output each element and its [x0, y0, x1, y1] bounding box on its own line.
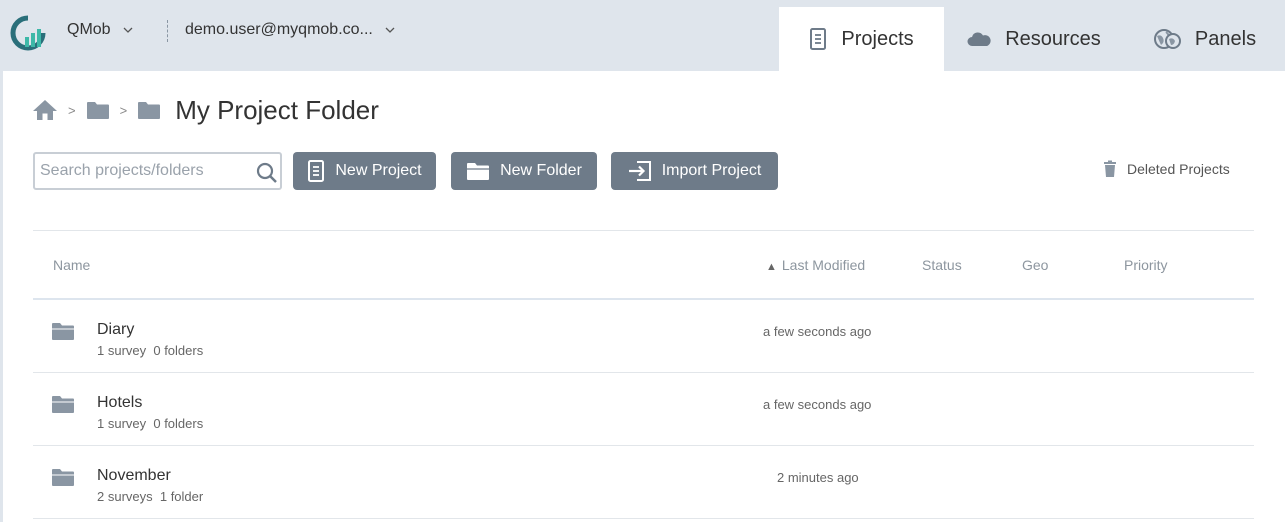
deleted-projects-label: Deleted Projects	[1127, 161, 1230, 177]
org-selector[interactable]: QMob	[67, 21, 133, 39]
row-name[interactable]: Hotels	[97, 394, 142, 412]
breadcrumb-separator: >	[119, 102, 128, 118]
trash-icon	[1104, 160, 1116, 177]
tab-label: Panels	[1194, 27, 1257, 50]
folder-icon	[52, 323, 74, 340]
column-header-last-modified[interactable]: ▲ Last Modified	[766, 257, 865, 273]
folder-icon[interactable]	[86, 101, 110, 120]
chevron-down-icon	[123, 27, 133, 33]
document-icon	[308, 160, 325, 182]
search-input[interactable]	[35, 154, 245, 188]
deleted-projects-link[interactable]: Deleted Projects	[1103, 160, 1230, 178]
folder-icon	[52, 396, 74, 413]
tab-label: Resources	[1005, 27, 1101, 50]
row-meta: 1 survey 0 folders	[97, 416, 204, 431]
row-last-modified: 2 minutes ago	[777, 470, 859, 485]
table-row[interactable]: Diary 1 survey 0 folders a few seconds a…	[33, 300, 1254, 373]
table-header: Name ▲ Last Modified Status Geo Priority	[33, 230, 1254, 300]
main-panel: > > My Project Folder New Project New F	[3, 71, 1285, 522]
import-icon	[628, 161, 651, 181]
top-bar: QMob demo.user@myqmob.co... Projects Res…	[0, 0, 1285, 71]
column-header-name[interactable]: Name	[53, 257, 90, 273]
button-label: Import Project	[661, 162, 762, 179]
import-project-button[interactable]: Import Project	[611, 152, 778, 190]
new-project-button[interactable]: New Project	[293, 152, 436, 190]
org-name: QMob	[67, 21, 111, 38]
breadcrumb: > > My Project Folder	[32, 95, 379, 125]
table-row[interactable]: November 2 surveys 1 folder 2 minutes ag…	[33, 446, 1254, 519]
tab-projects[interactable]: Projects	[779, 7, 944, 71]
row-name[interactable]: Diary	[97, 321, 134, 339]
row-last-modified: a few seconds ago	[763, 324, 872, 339]
column-header-geo[interactable]: Geo	[1022, 257, 1048, 273]
projects-table: Name ▲ Last Modified Status Geo Priority …	[33, 230, 1254, 519]
qmob-logo-icon[interactable]	[10, 15, 46, 51]
globe-icon	[1153, 29, 1181, 49]
document-icon	[810, 28, 827, 50]
button-label: New Project	[335, 162, 422, 179]
folder-icon[interactable]	[137, 101, 161, 120]
row-meta: 1 survey 0 folders	[97, 343, 204, 358]
sort-asc-icon: ▲	[766, 261, 777, 273]
folder-icon	[467, 162, 490, 180]
row-last-modified: a few seconds ago	[763, 397, 872, 412]
column-label: Last Modified	[781, 257, 866, 273]
folder-icon	[52, 469, 74, 486]
column-header-priority[interactable]: Priority	[1124, 257, 1168, 273]
new-folder-button[interactable]: New Folder	[451, 152, 597, 190]
tab-resources[interactable]: Resources	[944, 7, 1124, 71]
row-meta: 2 surveys 1 folder	[97, 489, 204, 504]
page-title: My Project Folder	[175, 94, 379, 125]
tab-label: Projects	[841, 27, 914, 50]
cloud-icon	[967, 32, 991, 46]
user-email: demo.user@myqmob.co...	[185, 21, 373, 38]
search-icon[interactable]	[256, 162, 278, 184]
row-name[interactable]: November	[97, 467, 171, 485]
divider	[167, 20, 168, 42]
chevron-down-icon	[385, 27, 395, 33]
user-selector[interactable]: demo.user@myqmob.co...	[185, 21, 395, 39]
tab-panels[interactable]: Panels	[1124, 7, 1285, 71]
home-icon[interactable]	[32, 99, 58, 121]
table-row[interactable]: Hotels 1 survey 0 folders a few seconds …	[33, 373, 1254, 446]
column-header-status[interactable]: Status	[922, 257, 962, 273]
button-label: New Folder	[500, 162, 582, 179]
search-box	[33, 152, 282, 190]
breadcrumb-separator: >	[68, 102, 76, 118]
